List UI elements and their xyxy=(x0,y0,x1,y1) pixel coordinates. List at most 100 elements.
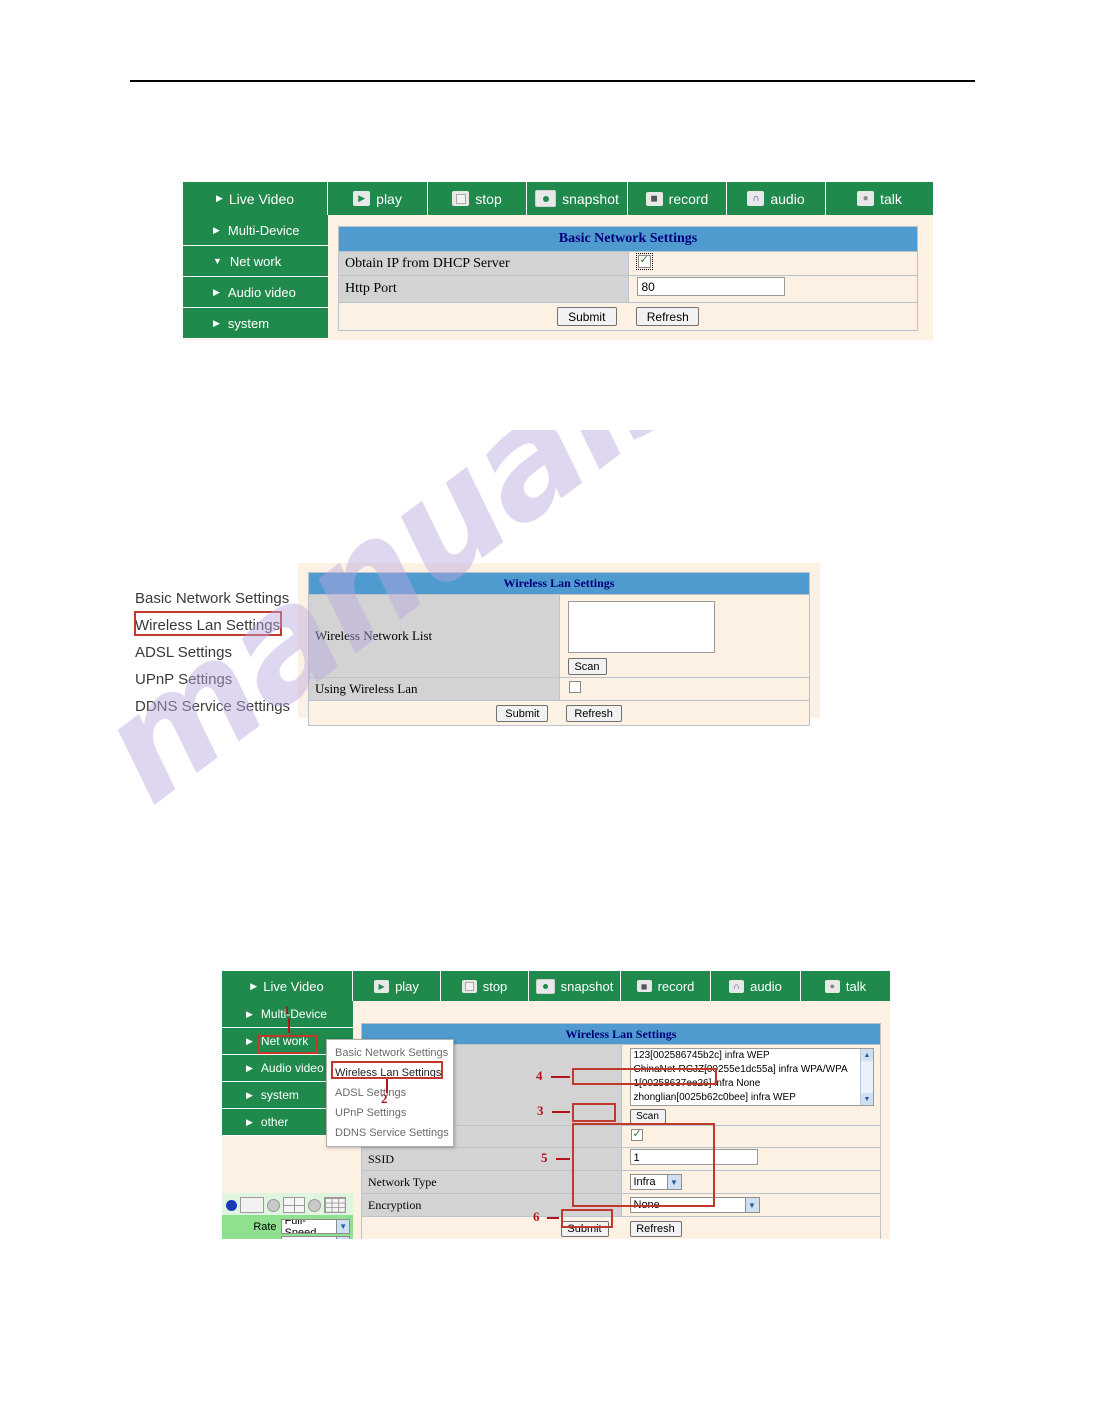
wireless-lan-settings-table: Wireless Lan Settings Wireless Network L… xyxy=(308,572,810,726)
row-value-network-list: Scan xyxy=(558,594,810,678)
dropdown-item-wireless-lan-settings[interactable]: Wireless Lan Settings xyxy=(327,1063,453,1083)
sidebar-item-system[interactable]: ▶ system xyxy=(183,308,328,339)
toolbar-button-snapshot[interactable]: snapshot xyxy=(529,971,621,1001)
submit-button[interactable]: Submit xyxy=(556,307,617,326)
triangle-right-icon: ▶ xyxy=(215,193,223,203)
encryption-select[interactable]: None ▼ xyxy=(629,1197,760,1213)
rate-select[interactable]: Full-Speed ▼ xyxy=(280,1219,350,1234)
list-item[interactable]: 1[00258637ee26] infra None xyxy=(631,1077,873,1091)
table-row: Http Port 80 xyxy=(338,275,918,303)
toolbar-button-play[interactable]: ▶ play xyxy=(353,971,441,1001)
table-title: Basic Network Settings xyxy=(338,226,918,252)
toolbar-button-stop[interactable]: stop xyxy=(441,971,529,1001)
panel2-button-row: Submit Refresh xyxy=(308,700,810,726)
menu-item-adsl-settings[interactable]: ADSL Settings xyxy=(135,639,290,666)
table-row: Network Type Infra ▼ xyxy=(361,1170,881,1194)
triangle-right-icon: ▶ xyxy=(250,980,258,991)
circle-icon[interactable] xyxy=(308,1198,321,1212)
chevron-down-icon: ▼ xyxy=(336,1220,349,1233)
row-label-dhcp: Obtain IP from DHCP Server xyxy=(338,251,629,276)
sidebar-item-net-work[interactable]: ▼ Net work xyxy=(183,246,328,277)
toolbar-button-label: talk xyxy=(880,190,902,207)
menu-item-ddns-service-settings[interactable]: DDNS Service Settings xyxy=(135,693,290,720)
camera-icon xyxy=(535,978,555,994)
submit-button[interactable]: Submit xyxy=(496,704,549,722)
sidebar-item-multi-device[interactable]: ▶ Multi-Device xyxy=(183,215,328,246)
wireless-network-list[interactable] xyxy=(567,600,715,653)
resolution-select[interactable]: 640*480 ▼ xyxy=(280,1236,350,1239)
panel1-content: Basic Network Settings Obtain IP from DH… xyxy=(328,215,933,340)
basic-network-settings-table: Basic Network Settings Obtain IP from DH… xyxy=(338,226,918,331)
toolbar-button-audio[interactable]: ∩ audio xyxy=(727,182,826,215)
using-wireless-lan-checkbox[interactable] xyxy=(630,1127,643,1141)
wireless-network-list[interactable]: 123[002586745b2c] infra WEP ChinaNet-RCJ… xyxy=(629,1048,874,1106)
toolbar-button-label: stop xyxy=(482,978,508,994)
network-type-select[interactable]: Infra ▼ xyxy=(629,1174,682,1190)
panel1-sidebar-item-live-video[interactable]: ▶ Live Video xyxy=(183,182,328,215)
toolbar-button-stop[interactable]: stop xyxy=(428,182,527,215)
scroll-down-icon[interactable]: ▼ xyxy=(860,1093,873,1105)
dropdown-item-adsl-settings[interactable]: ADSL Settings xyxy=(327,1083,453,1103)
scroll-up-icon[interactable]: ▲ xyxy=(860,1049,873,1061)
row-value-ssid: 1 xyxy=(620,1147,881,1171)
grid-2x2-icon[interactable] xyxy=(283,1197,305,1213)
panel3-sidebar-item-live-video[interactable]: ▶ Live Video xyxy=(222,971,353,1001)
resolution-label: resolution xyxy=(225,1238,277,1240)
submit-button[interactable]: Submit xyxy=(560,1220,609,1237)
toolbar-button-label: snapshot xyxy=(560,978,614,994)
toolbar-button-talk[interactable]: ● talk xyxy=(801,971,890,1001)
refresh-button[interactable]: Refresh xyxy=(565,704,622,722)
toolbar-button-record[interactable]: ◼ record xyxy=(621,971,711,1001)
panel-wireless-lan-settings: Wireless Lan Settings Wireless Network L… xyxy=(298,563,820,726)
sidebar-item-label: Multi-Device xyxy=(227,222,300,238)
refresh-button[interactable]: Refresh xyxy=(629,1220,682,1237)
toolbar-button-audio[interactable]: ∩ audio xyxy=(711,971,801,1001)
dhcp-checkbox[interactable] xyxy=(635,252,653,270)
sidebar-item-label: Net work xyxy=(260,1034,309,1048)
ssid-input[interactable]: 1 xyxy=(629,1149,758,1165)
camera-icon xyxy=(535,190,557,207)
dropdown-item-upnp-settings[interactable]: UPnP Settings xyxy=(327,1103,453,1123)
sidebar-item-label: Live Video xyxy=(263,978,324,994)
scan-button[interactable]: Scan xyxy=(629,1109,666,1124)
microphone-icon: ● xyxy=(824,979,840,993)
play-icon: ▶ xyxy=(353,191,371,206)
toolbar-button-label: play xyxy=(376,190,402,207)
video-camera-icon: ◼ xyxy=(645,191,663,206)
table-row: Wireless Network List Scan xyxy=(308,594,810,678)
callout-line-6 xyxy=(547,1217,559,1219)
row-label-network-list: Wireless Network List xyxy=(308,594,560,678)
toolbar-button-snapshot[interactable]: snapshot xyxy=(527,182,628,215)
view-layout-icons xyxy=(222,1193,353,1215)
list-item[interactable]: ChinaNet-RCJZ[00255e1dc55a] infra WPA/WP… xyxy=(631,1063,873,1077)
menu-item-basic-network-settings[interactable]: Basic Network Settings xyxy=(135,585,290,612)
network-list-scrollbar[interactable]: ▲ ▼ xyxy=(859,1049,873,1105)
scan-button[interactable]: Scan xyxy=(567,657,607,675)
toolbar-button-talk[interactable]: ● talk xyxy=(826,182,933,215)
dropdown-item-basic-network-settings[interactable]: Basic Network Settings xyxy=(327,1043,453,1063)
menu-item-wireless-lan-settings[interactable]: Wireless Lan Settings xyxy=(135,612,290,639)
single-view-dot-icon[interactable] xyxy=(226,1199,237,1211)
triangle-right-icon: ▶ xyxy=(213,317,220,328)
menu-item-upnp-settings[interactable]: UPnP Settings xyxy=(135,666,290,693)
using-wireless-lan-checkbox[interactable] xyxy=(568,681,581,693)
row-label-encryption: Encryption xyxy=(361,1193,622,1217)
list-item[interactable]: zhonglian[0025b62c0bee] infra WEP xyxy=(631,1091,873,1105)
sidebar-item-label: system xyxy=(260,1088,299,1102)
stop-icon xyxy=(452,191,470,206)
panel3-button-row: Submit Refresh xyxy=(361,1216,881,1239)
table-row: Encryption None ▼ xyxy=(361,1193,881,1217)
list-item[interactable]: 123[002586745b2c] infra WEP xyxy=(631,1049,873,1063)
refresh-button[interactable]: Refresh xyxy=(636,307,700,326)
control-row-resolution: resolution 640*480 ▼ xyxy=(225,1235,350,1239)
grid-3x3-icon[interactable] xyxy=(324,1197,346,1213)
http-port-input[interactable]: 80 xyxy=(636,277,785,296)
toolbar-button-play[interactable]: ▶ play xyxy=(328,182,428,215)
single-frame-icon[interactable] xyxy=(240,1197,264,1213)
circle-icon[interactable] xyxy=(267,1198,280,1212)
row-value-dhcp xyxy=(627,251,918,276)
control-row-rate: Rate Full-Speed ▼ xyxy=(225,1218,350,1235)
dropdown-item-ddns-service-settings[interactable]: DDNS Service Settings xyxy=(327,1123,453,1143)
sidebar-item-audio-video[interactable]: ▶ Audio video xyxy=(183,277,328,308)
toolbar-button-record[interactable]: ◼ record xyxy=(628,182,727,215)
